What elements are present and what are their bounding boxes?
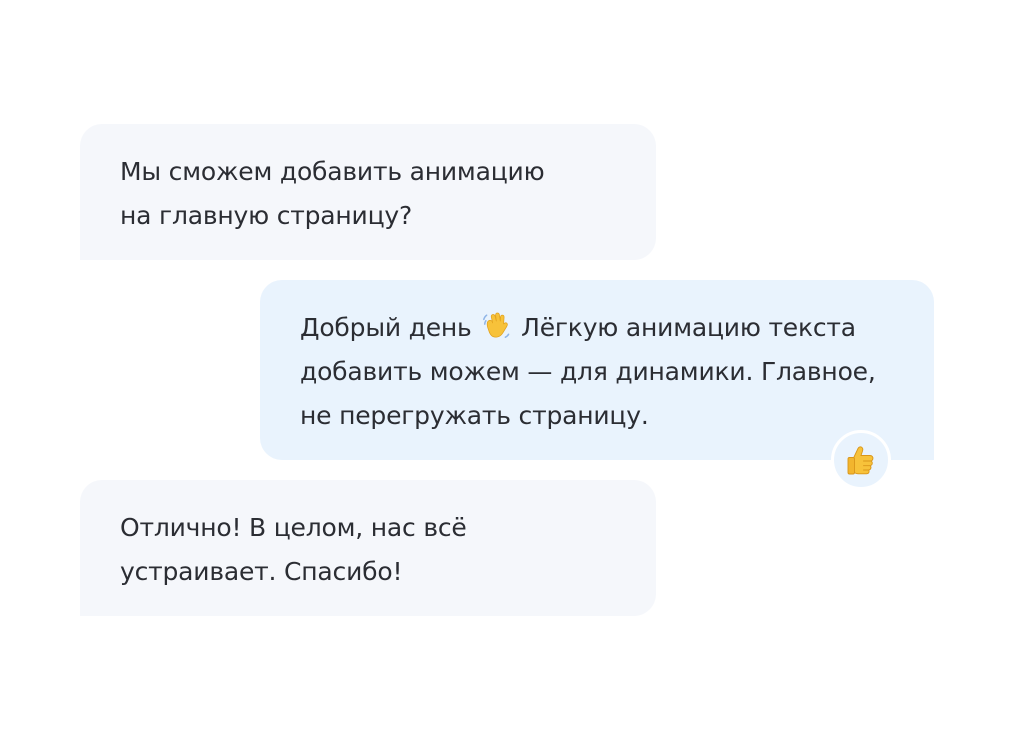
reaction-badge[interactable] <box>831 430 891 490</box>
waving-hand-icon <box>483 312 510 338</box>
message-text-line: добавить можем — для динамики. Главное, <box>300 357 876 386</box>
message-text-line: не перегружать страницу. <box>300 401 649 430</box>
message-text-line: на главную страницу? <box>120 201 413 230</box>
message-text-line: Добрый день Лёгкую анимацию текста <box>300 306 894 350</box>
message-text-line: Отлично! В целом, нас всё <box>120 513 467 542</box>
message-text-line: Мы сможем добавить анимацию <box>120 157 545 186</box>
message-text-line: устраивает. Спасибо! <box>120 557 403 586</box>
message-text-fragment: Добрый день <box>300 313 472 342</box>
message-bubble-incoming: Мы сможем добавить анимацию на главную с… <box>80 124 656 260</box>
thumbs-up-icon <box>847 446 874 475</box>
message-bubble-outgoing: Добрый день Лёгкую анимацию текста добав… <box>260 280 934 460</box>
message-text-fragment: Лёгкую анимацию текста <box>521 313 856 342</box>
message-bubble-incoming: Отлично! В целом, нас всё устраивает. Сп… <box>80 480 656 616</box>
